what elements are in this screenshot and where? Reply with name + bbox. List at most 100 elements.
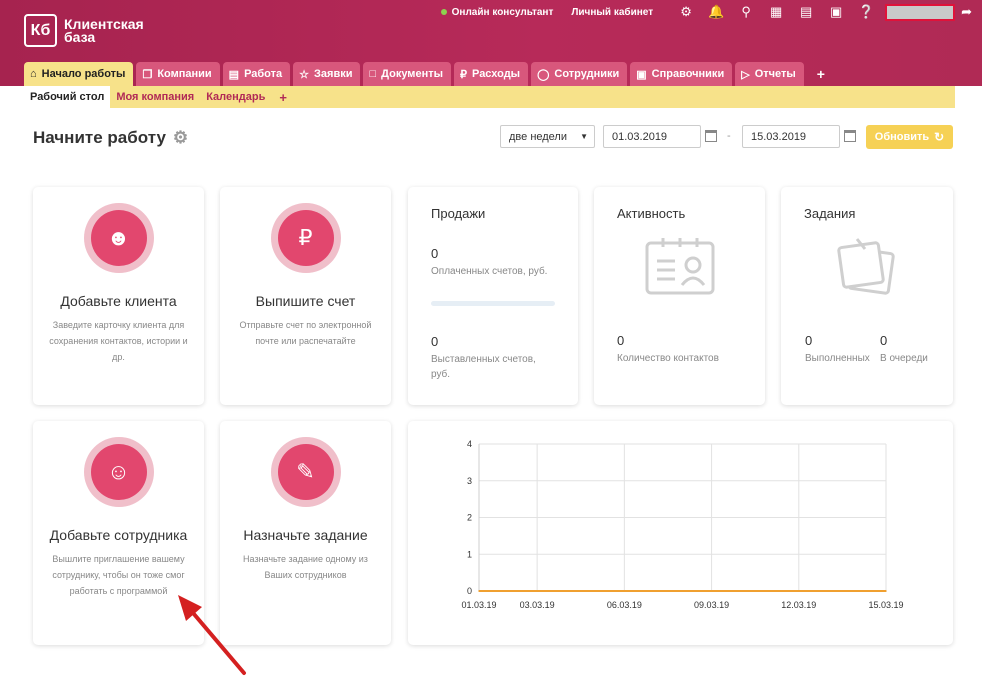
issued-invoices-label: Выставленных счетов, руб. [431, 354, 536, 380]
date-to-input[interactable]: 15.03.2019 [742, 125, 840, 148]
user-account-box[interactable] [885, 3, 956, 21]
tab-label: Расходы [472, 68, 521, 80]
settings-gear-icon[interactable]: ⚙ [671, 4, 701, 20]
period-select[interactable]: две недели ▼ [500, 125, 595, 148]
subtab-calendar[interactable]: Календарь [200, 86, 271, 108]
add-client-circle: ☻ [83, 203, 154, 273]
chart-card: 0 1 2 3 4 01.03.19 03.03.19 06.03.19 09.03.19 12.… [408, 421, 953, 645]
page-settings-gear-icon[interactable]: ⚙ [173, 128, 188, 148]
tab-documents[interactable]: □ Документы [363, 62, 451, 86]
tab-label: Справочники [651, 68, 725, 80]
data-point [885, 590, 887, 592]
invoice-icon: ₽ [277, 210, 334, 266]
annotation-arrow-icon [178, 595, 246, 675]
search-icon[interactable]: ⚲ [731, 4, 761, 20]
tasks-card: Задания 0 Выполненных 0 В очереди [781, 187, 953, 405]
tab-label: Документы [381, 68, 443, 80]
sticky-notes-icon [837, 238, 895, 295]
main-tabs: ⌂ Начало работы ❐ Компании ▤ Работа ☆ Заявки… [24, 62, 835, 86]
data-point [827, 590, 829, 592]
clipboard-add-icon: ✎ [277, 444, 334, 500]
online-consultant-link[interactable]: Онлайн консультант [440, 7, 553, 18]
paid-invoices-label: Оплаченных счетов, руб. [431, 266, 548, 277]
tab-label: Работа [244, 68, 283, 80]
activity-card: Активность 0 Количество контактов [594, 187, 765, 405]
issue-invoice-circle: ₽ [270, 203, 341, 273]
chat-icon[interactable]: ▤ [791, 4, 821, 20]
refresh-button[interactable]: Обновить ↻ [866, 125, 953, 149]
employees-icon: ◯ [537, 68, 550, 81]
y-tick-label: 2 [467, 513, 472, 523]
tab-work[interactable]: ▤ Работа [222, 62, 291, 86]
tab-label: Начало работы [41, 68, 126, 80]
period-select-value: две недели [509, 130, 567, 143]
tab-requests[interactable]: ☆ Заявки [293, 62, 361, 86]
data-point [652, 590, 655, 592]
subtab-my-company[interactable]: Моя компания [110, 86, 200, 108]
add-employee-circle: ☺ [83, 437, 154, 507]
book-icon: ▣ [636, 68, 647, 81]
sales-title: Продажи [431, 206, 486, 221]
personal-cabinet-link[interactable]: Личный кабинет [571, 7, 653, 18]
document-icon: □ [369, 68, 377, 80]
page-title-row: Начните работу ⚙ [33, 128, 188, 148]
x-tick-label: 01.03.19 [461, 600, 496, 610]
tab-employees[interactable]: ◯ Сотрудники [531, 62, 628, 86]
data-point [623, 590, 626, 592]
card-description: Заведите карточку клиента для сохранения… [49, 320, 188, 362]
add-tab-button[interactable]: + [807, 62, 835, 86]
date-from-input[interactable]: 01.03.2019 [603, 125, 701, 148]
data-point [507, 590, 509, 592]
x-tick-label: 12.03.19 [781, 600, 816, 610]
tab-label: Компании [157, 68, 212, 80]
top-toolbar: Онлайн консультант Личный кабинет ⚙ 🔔 ⚲ … [440, 0, 982, 24]
issued-invoices-value: 0 [431, 334, 439, 349]
data-point [565, 590, 568, 592]
bell-icon[interactable]: 🔔 [701, 4, 731, 20]
add-employee-icon: ☺ [90, 444, 147, 500]
line-chart: 0 1 2 3 4 01.03.19 03.03.19 06.03.19 09.03.19 12.… [461, 439, 903, 610]
data-point [478, 590, 480, 592]
logout-icon[interactable]: ➦ [961, 4, 972, 20]
card-description: Назначьте задание одному из Ваших сотруд… [243, 554, 368, 580]
inbox-icon[interactable]: ▣ [821, 4, 851, 20]
date-from-calendar-icon[interactable] [705, 130, 717, 142]
card-description: Отправьте счет по электронной почте или … [239, 320, 372, 346]
star-icon: ☆ [299, 68, 310, 81]
refresh-label: Обновить [874, 131, 930, 143]
app-header: Кб Клиентская база Онлайн консультант Ли… [0, 0, 982, 86]
tab-label: Отчеты [754, 68, 796, 80]
tab-references[interactable]: ▣ Справочники [630, 62, 733, 86]
contacts-count-value: 0 [617, 333, 625, 348]
card-title: Добавьте клиента [60, 293, 177, 309]
issue-invoice-card[interactable]: ₽ Выпишите счет Отправьте счет по электр… [220, 187, 391, 405]
subtab-desktop[interactable]: Рабочий стол [24, 86, 111, 108]
x-tick-label: 15.03.19 [868, 600, 903, 610]
date-range-dash: - [727, 130, 731, 142]
date-to-calendar-icon[interactable] [844, 130, 856, 142]
data-point [856, 590, 858, 592]
assign-task-circle: ✎ [270, 437, 341, 507]
y-tick-label: 1 [467, 549, 472, 559]
activity-title: Активность [617, 206, 686, 221]
page-title: Начните работу [33, 128, 166, 147]
help-icon[interactable]: ❔ [851, 4, 881, 20]
data-point [768, 590, 771, 592]
data-point [594, 590, 597, 592]
logo-badge: Кб [24, 14, 57, 47]
data-point [681, 590, 684, 592]
calendar-icon[interactable]: ▦ [761, 4, 791, 20]
home-icon: ⌂ [30, 68, 37, 80]
add-client-card[interactable]: ☻ Добавьте клиента Заведите карточку кли… [33, 187, 204, 405]
tab-expenses[interactable]: ₽ Расходы [454, 62, 529, 86]
add-subtab-button[interactable]: + [271, 90, 295, 105]
companies-icon: ❐ [142, 68, 153, 81]
tab-label: Заявки [314, 68, 353, 80]
add-user-icon: ☻ [90, 210, 147, 266]
tab-companies[interactable]: ❐ Компании [136, 62, 220, 86]
tab-start[interactable]: ⌂ Начало работы [24, 62, 134, 86]
contact-card-icon [645, 238, 715, 295]
work-icon: ▤ [228, 68, 240, 81]
tab-reports[interactable]: ▷ Отчеты [735, 62, 804, 86]
logo[interactable]: Кб Клиентская база [24, 14, 144, 47]
